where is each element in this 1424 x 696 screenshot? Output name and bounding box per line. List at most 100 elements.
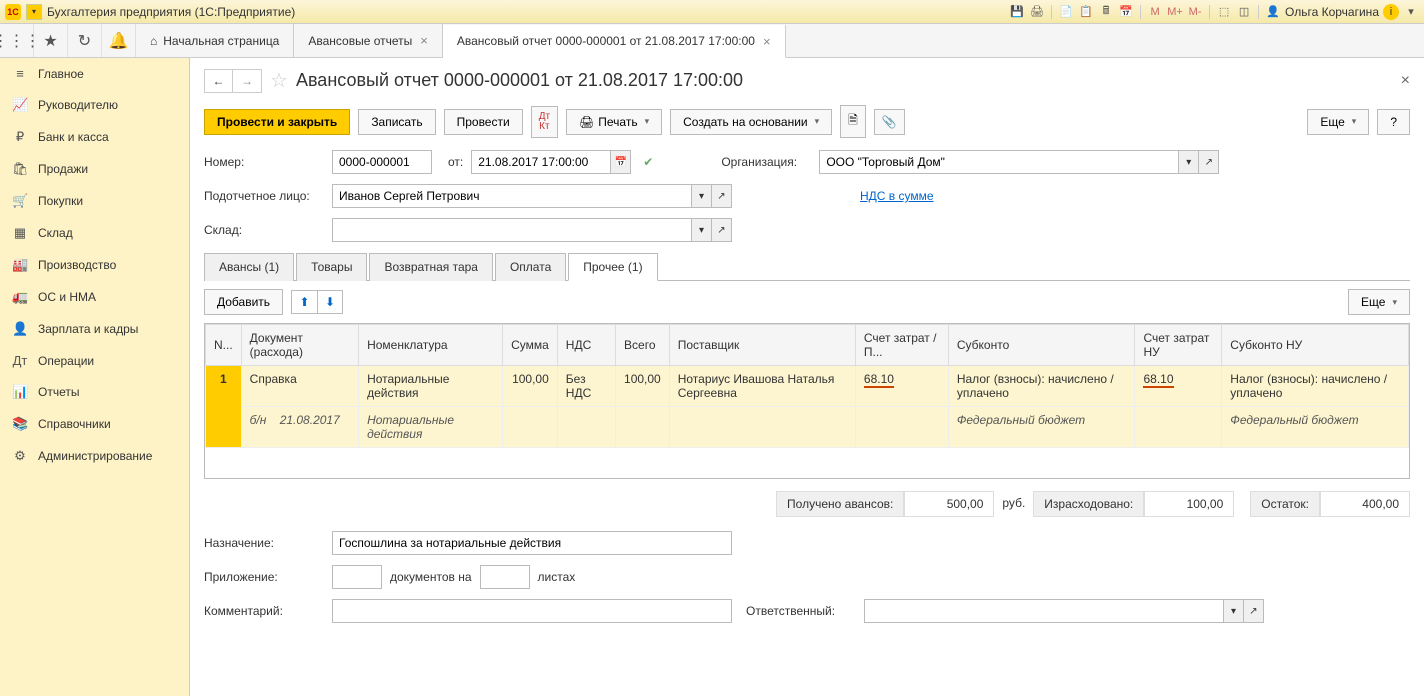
nav-forward[interactable]: → bbox=[233, 70, 261, 92]
calendar-button[interactable]: 📅 bbox=[611, 150, 631, 174]
window-icon1[interactable]: ⬚ bbox=[1216, 4, 1232, 20]
post-button[interactable]: Провести bbox=[444, 109, 523, 135]
doc-icon[interactable]: 📄 bbox=[1058, 4, 1074, 20]
cell-docnum[interactable]: б/н 21.08.2017 bbox=[241, 407, 358, 448]
memory-m[interactable]: M bbox=[1147, 4, 1163, 20]
sidebar-item[interactable]: ДтОперации bbox=[0, 345, 189, 376]
move-up-button[interactable]: ⬆ bbox=[291, 290, 317, 314]
col-header[interactable]: Номенклатура bbox=[359, 325, 503, 366]
org-open[interactable]: ↗ bbox=[1199, 150, 1219, 174]
col-header[interactable]: N... bbox=[206, 325, 242, 366]
cell-sum[interactable]: 100,00 bbox=[503, 366, 558, 407]
cell-nomen[interactable]: Нотариальные действия bbox=[359, 366, 503, 407]
tab-home[interactable]: ⌂ Начальная страница bbox=[136, 24, 294, 57]
print-button[interactable]: 🖨Печать bbox=[566, 109, 662, 135]
sidebar-item[interactable]: 🏭Производство bbox=[0, 249, 189, 281]
memory-mplus[interactable]: M+ bbox=[1167, 4, 1183, 20]
doc-tab[interactable]: Возвратная тара bbox=[369, 253, 493, 281]
resp-input[interactable] bbox=[864, 599, 1224, 623]
sidebar-item[interactable]: 🚛ОС и НМА bbox=[0, 281, 189, 313]
col-header[interactable]: Счет затрат / П... bbox=[855, 325, 948, 366]
notifications-icon[interactable]: 🔔 bbox=[102, 24, 136, 57]
warehouse-input[interactable] bbox=[332, 218, 692, 242]
history-icon[interactable]: ↻ bbox=[68, 24, 102, 57]
sidebar-item[interactable]: 📚Справочники bbox=[0, 408, 189, 440]
save-button[interactable]: Записать bbox=[358, 109, 435, 135]
sidebar-item[interactable]: ₽Банк и касса bbox=[0, 121, 189, 153]
person-open[interactable]: ↗ bbox=[712, 184, 732, 208]
attach-docs-input[interactable] bbox=[332, 565, 382, 589]
sidebar-item[interactable]: 👤Зарплата и кадры bbox=[0, 313, 189, 345]
more-button[interactable]: Еще bbox=[1307, 109, 1369, 135]
cell-total[interactable]: 100,00 bbox=[616, 366, 670, 407]
add-row-button[interactable]: Добавить bbox=[204, 289, 283, 315]
apps-icon[interactable]: ⋮⋮⋮ bbox=[0, 24, 34, 57]
col-header[interactable]: Субконто НУ bbox=[1222, 325, 1409, 366]
memory-mminus[interactable]: M- bbox=[1187, 4, 1203, 20]
col-header[interactable]: Всего bbox=[616, 325, 670, 366]
window-icon2[interactable]: ◫ bbox=[1236, 4, 1252, 20]
post-and-close-button[interactable]: Провести и закрыть bbox=[204, 109, 350, 135]
attach-sheets-input[interactable] bbox=[480, 565, 530, 589]
table-subrow[interactable]: б/н 21.08.2017 Нотариальные действия Фед… bbox=[206, 407, 1409, 448]
col-header[interactable]: Счет затрат НУ bbox=[1135, 325, 1222, 366]
close-icon[interactable]: × bbox=[420, 33, 428, 48]
comment-input[interactable] bbox=[332, 599, 732, 623]
cell-subk-nu[interactable]: Налог (взносы): начислено / уплачено bbox=[1222, 366, 1409, 407]
doc-tab[interactable]: Авансы (1) bbox=[204, 253, 294, 281]
resp-open[interactable]: ↗ bbox=[1244, 599, 1264, 623]
purpose-input[interactable] bbox=[332, 531, 732, 555]
warehouse-select[interactable]: ▾ bbox=[692, 218, 712, 242]
cell-acct[interactable]: 68.10 bbox=[855, 366, 948, 407]
sidebar-item[interactable]: 📈Руководителю bbox=[0, 89, 189, 121]
tab-document[interactable]: Авансовый отчет 0000-000001 от 21.08.201… bbox=[443, 25, 786, 58]
help-button[interactable]: ? bbox=[1377, 109, 1410, 135]
sidebar-item[interactable]: 📊Отчеты bbox=[0, 376, 189, 408]
expense-grid[interactable]: N...Документ (расхода)НоменклатураСуммаН… bbox=[205, 324, 1409, 448]
cell-supplier[interactable]: Нотариус Ивашова Наталья Сергеевна bbox=[669, 366, 855, 407]
cell-doc[interactable]: Справка bbox=[241, 366, 358, 407]
col-header[interactable]: НДС bbox=[557, 325, 615, 366]
sidebar-item[interactable]: 🛍Продажи bbox=[0, 153, 189, 185]
warehouse-open[interactable]: ↗ bbox=[712, 218, 732, 242]
sidebar-item[interactable]: ▦Склад bbox=[0, 217, 189, 249]
save-icon[interactable]: 💾 bbox=[1009, 4, 1025, 20]
person-input[interactable] bbox=[332, 184, 692, 208]
doc-tab[interactable]: Оплата bbox=[495, 253, 566, 281]
date-input[interactable] bbox=[471, 150, 611, 174]
table-row[interactable]: 1 Справка Нотариальные действия 100,00 Б… bbox=[206, 366, 1409, 407]
grid-more-button[interactable]: Еще bbox=[1348, 289, 1410, 315]
resp-select[interactable]: ▾ bbox=[1224, 599, 1244, 623]
doc-tab[interactable]: Товары bbox=[296, 253, 367, 281]
cell-vat[interactable]: Без НДС bbox=[557, 366, 615, 407]
clipboard-icon[interactable]: 📋 bbox=[1078, 4, 1094, 20]
app-menu-dropdown[interactable]: ▾ bbox=[26, 4, 42, 20]
org-select[interactable]: ▾ bbox=[1179, 150, 1199, 174]
org-input[interactable] bbox=[819, 150, 1179, 174]
calendar-icon[interactable]: 📅 bbox=[1118, 4, 1134, 20]
move-down-button[interactable]: ⬇ bbox=[317, 290, 343, 314]
cell-subk2[interactable]: Федеральный бюджет bbox=[948, 407, 1135, 448]
col-header[interactable]: Поставщик bbox=[669, 325, 855, 366]
create-based-button[interactable]: Создать на основании bbox=[670, 109, 832, 135]
dt-kt-button[interactable]: ДтКт bbox=[531, 106, 558, 138]
print-icon[interactable]: 🖨 bbox=[1029, 4, 1045, 20]
sidebar-item[interactable]: ⚙Администрирование bbox=[0, 440, 189, 472]
number-input[interactable] bbox=[332, 150, 432, 174]
cell-acct-nu[interactable]: 68.10 bbox=[1135, 366, 1222, 407]
favorite-icon[interactable]: ★ bbox=[34, 24, 68, 57]
favorite-star-icon[interactable]: ☆ bbox=[270, 68, 288, 93]
vat-link[interactable]: НДС в сумме bbox=[860, 189, 934, 203]
sheet-icon[interactable]: 🗎 bbox=[840, 105, 866, 138]
close-icon[interactable]: × bbox=[763, 34, 771, 49]
cell-nomen2[interactable]: Нотариальные действия bbox=[359, 407, 503, 448]
sidebar-item[interactable]: ≡Главное bbox=[0, 58, 189, 89]
options-dd[interactable]: ▾ bbox=[1403, 4, 1419, 20]
cell-subknu2[interactable]: Федеральный бюджет bbox=[1222, 407, 1409, 448]
close-doc-button[interactable]: × bbox=[1401, 72, 1410, 90]
doc-tab[interactable]: Прочее (1) bbox=[568, 253, 657, 281]
col-header[interactable]: Сумма bbox=[503, 325, 558, 366]
attach-icon[interactable]: 📎 bbox=[874, 109, 905, 135]
nav-back[interactable]: ← bbox=[205, 70, 233, 92]
calculator-icon[interactable]: 🖩 bbox=[1098, 4, 1114, 20]
